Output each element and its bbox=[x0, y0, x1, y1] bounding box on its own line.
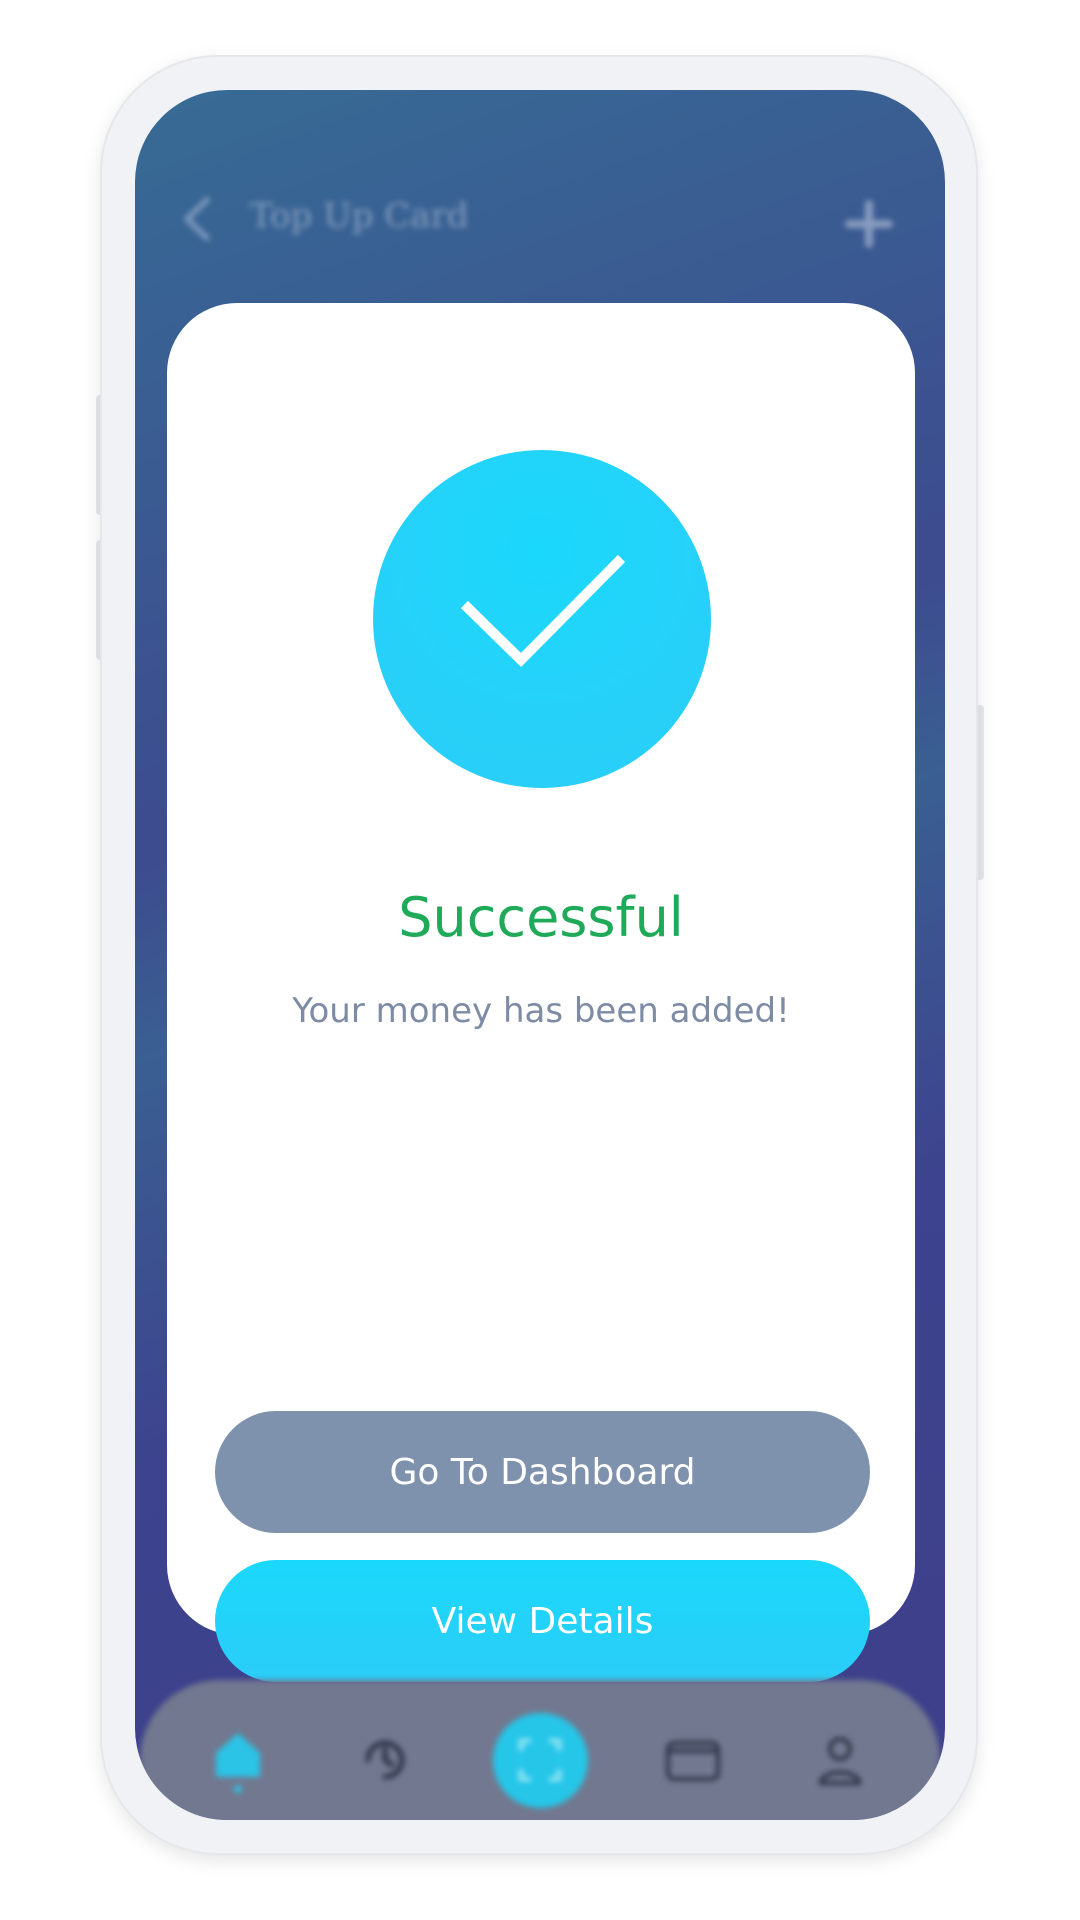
view-details-button[interactable]: View Details bbox=[215, 1560, 870, 1682]
success-dialog: Successful Your money has been added! Go… bbox=[167, 303, 915, 1682]
nav-item-home[interactable] bbox=[190, 1680, 286, 1820]
scan-button[interactable] bbox=[492, 1712, 588, 1808]
plus-icon[interactable] bbox=[845, 200, 893, 248]
success-message: Your money has been added! bbox=[292, 991, 790, 1031]
back-arrow-icon[interactable] bbox=[177, 194, 217, 244]
scan-icon bbox=[518, 1738, 562, 1782]
bottom-nav-bar bbox=[140, 1680, 940, 1820]
home-icon bbox=[216, 1733, 260, 1793]
nav-item-wallet[interactable] bbox=[645, 1680, 741, 1820]
profile-icon bbox=[818, 1737, 862, 1785]
success-title: Successful bbox=[398, 886, 684, 949]
checkmark-icon bbox=[460, 554, 626, 668]
history-icon bbox=[365, 1740, 405, 1780]
header-title: Top Up Card bbox=[250, 196, 469, 236]
app-screen: Top Up Card Successful Your money has be… bbox=[135, 90, 945, 1820]
nav-item-history[interactable] bbox=[337, 1680, 433, 1820]
go-to-dashboard-button[interactable]: Go To Dashboard bbox=[215, 1411, 870, 1533]
wallet-icon bbox=[666, 1741, 720, 1781]
success-check-badge bbox=[373, 450, 711, 788]
nav-item-scan[interactable] bbox=[490, 1680, 590, 1820]
nav-item-profile[interactable] bbox=[792, 1680, 888, 1820]
